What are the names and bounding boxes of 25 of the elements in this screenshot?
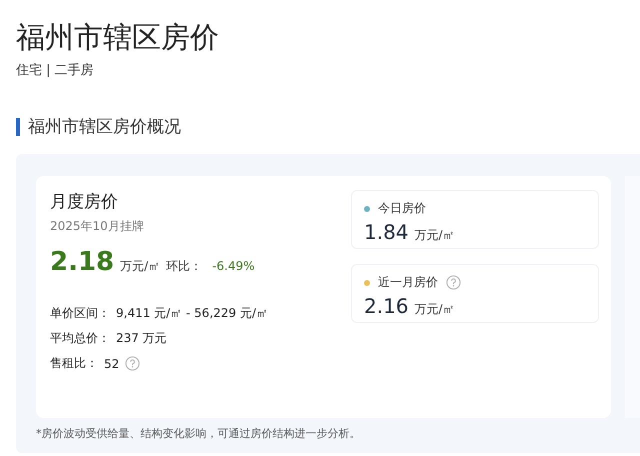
- indicator-label: 今日房价: [378, 200, 426, 217]
- help-icon[interactable]: [446, 275, 461, 290]
- change-label: 环比：: [166, 258, 202, 275]
- listing-date: 2025年10月挂牌: [50, 218, 145, 235]
- stat-label: 售租比：: [50, 355, 98, 372]
- section-marker: [16, 118, 20, 136]
- change-value: -6.49%: [212, 259, 255, 273]
- stat-label: 单价区间：: [50, 305, 110, 322]
- indicator-value: 1.84: [364, 220, 409, 244]
- section-title: 福州市辖区房价概况: [28, 116, 181, 138]
- indicator-value: 2.16: [364, 294, 409, 318]
- stat-value: 237 万元: [116, 330, 167, 347]
- stat-value: 9,411 元/㎡ - 56,229 元/㎡: [116, 305, 268, 322]
- help-icon[interactable]: [125, 356, 140, 371]
- stat-label: 平均总价：: [50, 330, 110, 347]
- indicator-label: 近一月房价: [378, 274, 438, 291]
- price-unit: 万元/㎡: [414, 227, 455, 244]
- page-subtitle: 住宅 | 二手房: [16, 62, 95, 79]
- price-unit: 万元/㎡: [120, 258, 160, 275]
- monthly-price: 2.18: [50, 247, 114, 277]
- price-unit: 万元/㎡: [414, 301, 455, 318]
- card-title: 月度房价: [50, 191, 119, 213]
- page-title: 福州市辖区房价: [16, 19, 220, 56]
- stat-value: 52: [104, 356, 120, 370]
- footnote: *房价波动受供给量、结构变化影响，可通过房价结构进一步分析。: [36, 426, 362, 441]
